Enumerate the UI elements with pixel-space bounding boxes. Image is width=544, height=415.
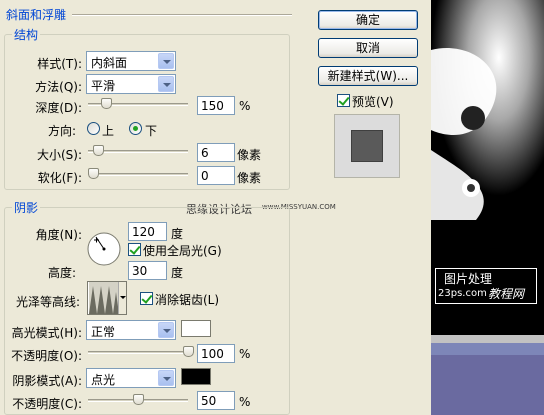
direction-up-label: 上 — [102, 124, 115, 138]
depth-input[interactable]: 150 — [197, 96, 235, 115]
direction-down-label: 下 — [145, 124, 158, 138]
shadow-opacity-unit: % — [239, 395, 251, 409]
antialias-label: 消除锯齿(L) — [155, 293, 220, 307]
angle-input[interactable]: 120 — [128, 222, 167, 241]
technique-select[interactable]: 平滑 — [86, 74, 176, 94]
style-select-value: 内斜面 — [91, 56, 128, 70]
structure-title: 结构 — [12, 26, 41, 43]
highlight-opacity-thumb[interactable] — [183, 346, 194, 357]
chevron-down-icon — [158, 53, 174, 69]
contour-preview-icon — [89, 282, 119, 314]
depth-slider[interactable] — [88, 98, 188, 110]
antialias-checkbox[interactable] — [140, 292, 153, 305]
global-light-label: 使用全局光(G) — [143, 244, 222, 258]
depth-label: 深度(D): — [35, 101, 82, 115]
size-input[interactable]: 6 — [197, 143, 235, 162]
angle-dial[interactable] — [87, 232, 121, 266]
preview-logo-line1: 图片处理 — [444, 272, 493, 286]
shadow-mode-label: 阴影模式(A): — [12, 374, 82, 388]
shadow-mode-select[interactable]: 点光 — [86, 368, 176, 388]
preview-logo-line2: 23ps.com — [438, 288, 487, 299]
global-light-checkbox[interactable] — [128, 243, 141, 256]
size-label: 大小(S): — [36, 148, 82, 162]
shadow-opacity-label: 不透明度(C): — [12, 397, 82, 411]
gloss-contour-label: 光泽等高线: — [15, 295, 80, 309]
style-select[interactable]: 内斜面 — [86, 51, 176, 71]
chevron-down-icon — [158, 322, 174, 338]
soften-unit: 像素 — [237, 171, 262, 185]
direction-up-radio[interactable] — [87, 122, 100, 135]
bevel-section-title: 斜面和浮雕 — [6, 8, 67, 22]
direction-down-radio[interactable] — [129, 122, 142, 135]
section-divider — [72, 14, 292, 16]
shadow-opacity-slider[interactable] — [88, 394, 188, 406]
depth-unit: % — [239, 99, 251, 113]
technique-label: 方法(Q): — [35, 80, 82, 94]
highlight-mode-value: 正常 — [91, 325, 116, 339]
gloss-contour-picker[interactable] — [87, 281, 127, 315]
altitude-label: 高度: — [47, 266, 76, 280]
angle-unit: 度 — [171, 227, 184, 241]
direction-label: 方向: — [47, 124, 76, 138]
size-slider[interactable] — [88, 145, 188, 157]
shadow-mode-value: 点光 — [91, 373, 116, 387]
preview-checkbox[interactable] — [337, 94, 350, 107]
highlight-mode-label: 高光模式(H): — [11, 326, 82, 340]
soften-slider[interactable] — [88, 168, 188, 180]
shading-title: 阴影 — [12, 199, 41, 216]
canvas-preview-image: 图片处理 23ps.com 教程网 — [431, 0, 544, 415]
shadow-color-swatch[interactable] — [181, 368, 211, 385]
highlight-color-swatch[interactable] — [181, 320, 211, 337]
technique-select-value: 平滑 — [91, 79, 116, 93]
ok-button[interactable]: 确定 — [318, 10, 418, 30]
chevron-down-icon — [158, 76, 174, 92]
highlight-opacity-unit: % — [239, 347, 251, 361]
altitude-unit: 度 — [171, 266, 184, 280]
highlight-opacity-input[interactable]: 100 — [197, 344, 235, 363]
cancel-button[interactable]: 取消 — [318, 38, 418, 58]
angle-label: 角度(N): — [35, 228, 82, 242]
new-style-button[interactable]: 新建样式(W)... — [318, 66, 418, 86]
shadow-opacity-input[interactable]: 50 — [197, 391, 235, 410]
depth-slider-thumb[interactable] — [101, 98, 112, 109]
highlight-mode-select[interactable]: 正常 — [86, 320, 176, 340]
altitude-input[interactable]: 30 — [128, 261, 167, 280]
preview-logo: 图片处理 23ps.com 教程网 — [435, 268, 537, 304]
size-unit: 像素 — [237, 148, 262, 162]
preview-label: 预览(V) — [352, 95, 394, 109]
highlight-opacity-slider[interactable] — [88, 346, 194, 358]
preview-logo-line3: 教程网 — [488, 287, 525, 301]
soften-input[interactable]: 0 — [197, 166, 235, 185]
soften-label: 软化(F): — [37, 171, 82, 185]
style-label: 样式(T): — [37, 57, 82, 71]
size-slider-thumb[interactable] — [93, 145, 104, 156]
soften-slider-thumb[interactable] — [88, 168, 99, 179]
style-preview-thumbnail — [334, 114, 400, 178]
highlight-opacity-label: 不透明度(O): — [11, 349, 82, 363]
chevron-down-icon — [158, 370, 174, 386]
shadow-opacity-thumb[interactable] — [133, 394, 144, 405]
